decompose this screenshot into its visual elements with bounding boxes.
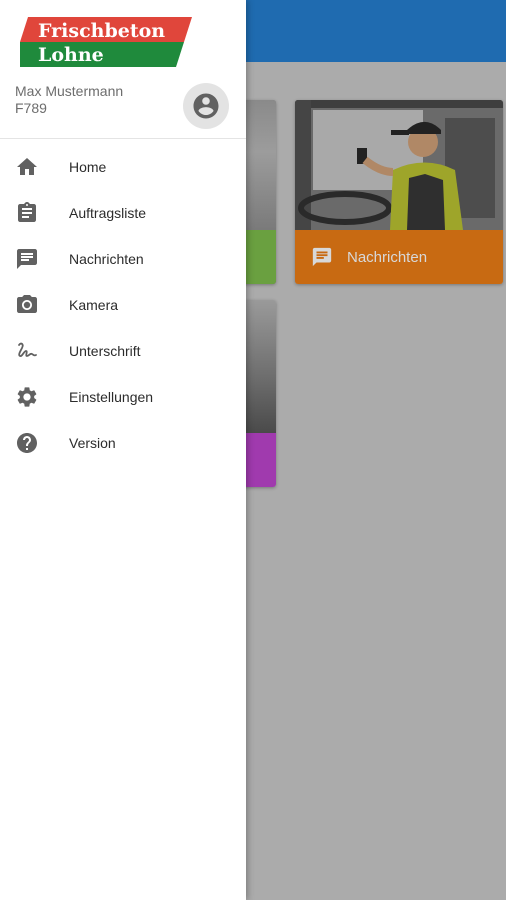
- menu-item-label: Auftragsliste: [69, 205, 147, 221]
- message-icon: [312, 247, 332, 267]
- menu-item-label: Nachrichten: [69, 251, 144, 267]
- menu-item-home[interactable]: Home: [0, 144, 246, 190]
- menu-item-nachrichten[interactable]: Nachrichten: [0, 236, 246, 282]
- dashboard-tile-nachrichten[interactable]: Nachrichten: [295, 100, 503, 284]
- tile-footer: Nachrichten: [295, 230, 503, 284]
- menu-item-auftragsliste[interactable]: Auftragsliste: [0, 190, 246, 236]
- logo-text-line1: Frischbeton: [38, 20, 165, 42]
- menu-item-label: Kamera: [69, 297, 119, 313]
- menu-item-label: Unterschrift: [69, 343, 141, 359]
- camera-icon: [17, 295, 37, 313]
- home-icon: [17, 158, 37, 175]
- help-icon: [17, 433, 37, 453]
- account-circle-icon: [193, 93, 219, 119]
- menu-item-label: Home: [69, 159, 107, 175]
- navigation-drawer: Frischbeton Lohne Max Mustermann F789 Ho…: [0, 0, 246, 900]
- tile-label: Nachrichten: [347, 248, 428, 266]
- user-name: Max Mustermann: [15, 83, 124, 99]
- signature-icon: [18, 342, 37, 357]
- menu-item-unterschrift[interactable]: Unterschrift: [0, 328, 246, 374]
- user-id: F789: [15, 100, 47, 116]
- logo-text-line2: Lohne: [38, 44, 104, 66]
- menu-item-version[interactable]: Version: [0, 420, 246, 466]
- clipboard-icon: [18, 202, 36, 222]
- gear-icon: [17, 387, 37, 407]
- menu-item-kamera[interactable]: Kamera: [0, 282, 246, 328]
- tile-photo-driver: [295, 100, 503, 230]
- drawer-menu: Home Auftragsliste Nachrichten Kamera Un…: [0, 144, 246, 466]
- menu-item-label: Version: [69, 435, 116, 451]
- message-icon: [17, 249, 37, 269]
- drawer-divider: [0, 138, 246, 139]
- account-button[interactable]: [183, 83, 229, 129]
- frischbeton-lohne-logo: Frischbeton Lohne: [20, 17, 192, 67]
- menu-item-label: Einstellungen: [69, 389, 154, 405]
- menu-item-einstellungen[interactable]: Einstellungen: [0, 374, 246, 420]
